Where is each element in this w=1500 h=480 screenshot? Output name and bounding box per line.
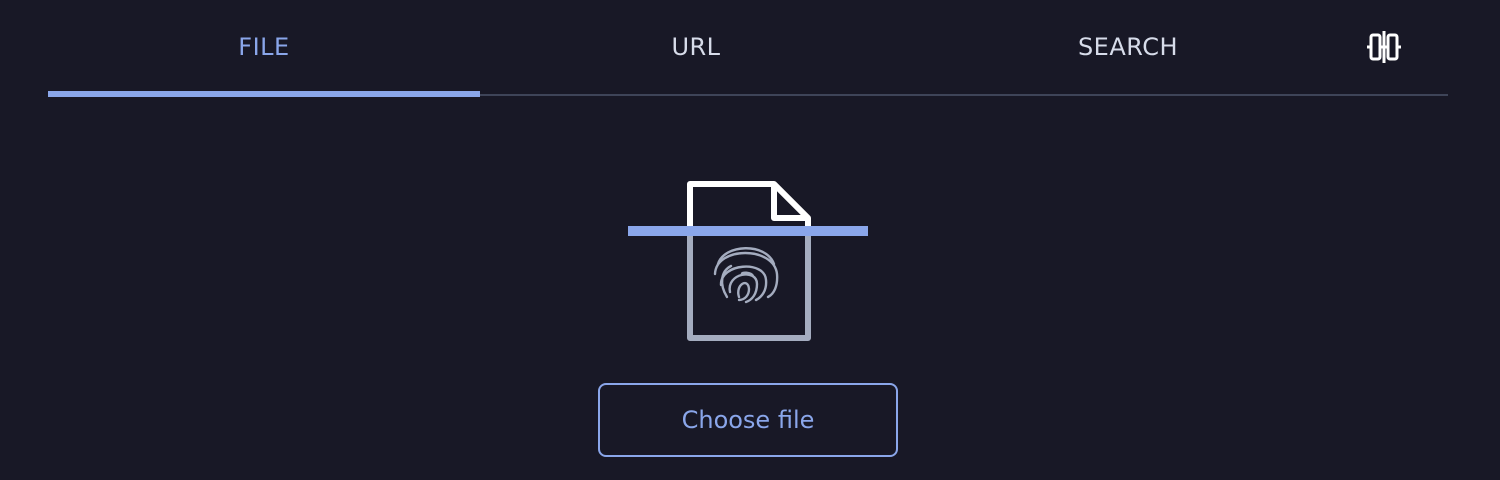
- tab-file[interactable]: FILE: [48, 0, 480, 94]
- tab-url[interactable]: URL: [480, 0, 912, 94]
- app-root: FILE URL SEARCH Choose file: [0, 0, 1500, 480]
- fingerprint-document-svg: [628, 181, 868, 341]
- fingerprint-document-scan-icon: [620, 176, 880, 346]
- scan-line: [628, 226, 868, 236]
- choose-file-button[interactable]: Choose file: [598, 383, 898, 457]
- tab-bar: FILE URL SEARCH: [48, 0, 1448, 97]
- hash-split-icon-svg: [1367, 31, 1401, 63]
- hash-split-icon[interactable]: [1364, 28, 1404, 66]
- fingerprint-icon: [713, 247, 779, 304]
- active-tab-indicator: [48, 91, 480, 97]
- tab-search[interactable]: SEARCH: [912, 0, 1344, 94]
